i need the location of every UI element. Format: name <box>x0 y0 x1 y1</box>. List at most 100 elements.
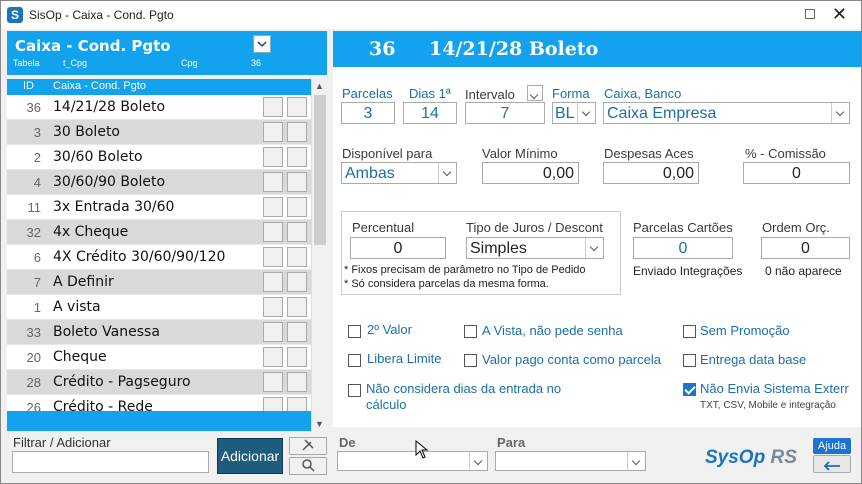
delete-icon[interactable] <box>287 172 307 192</box>
tools-button[interactable] <box>289 437 327 455</box>
list-header-dropdown[interactable] <box>253 35 271 53</box>
percentual-field[interactable]: 0 <box>350 237 446 259</box>
delete-icon[interactable] <box>287 197 307 217</box>
scroll-thumb[interactable] <box>314 95 326 245</box>
app-logo-icon: S <box>7 7 23 23</box>
forma-select[interactable]: BL <box>552 102 596 124</box>
list-scrollbar[interactable]: ▲ ▼ <box>311 79 327 431</box>
detail-id: 36 <box>369 38 396 60</box>
intervalo-dropdown[interactable] <box>527 85 543 101</box>
nao-considera-label-1: Não considera dias da entrada no <box>366 381 562 396</box>
delete-icon[interactable] <box>287 322 307 342</box>
window-title: SisOp - Caixa - Cond. Pgto <box>29 8 174 22</box>
delete-icon[interactable] <box>287 122 307 142</box>
list-item[interactable]: 4 30/60/90 Boleto <box>7 170 311 195</box>
search-button[interactable] <box>289 457 327 475</box>
view-icon[interactable] <box>263 247 283 267</box>
view-icon[interactable] <box>263 322 283 342</box>
sem-promocao-checkbox[interactable] <box>683 325 696 338</box>
parcelas-field[interactable]: 3 <box>341 102 395 124</box>
ordem-field[interactable]: 0 <box>761 237 850 259</box>
para-select[interactable] <box>495 451 646 471</box>
delete-icon[interactable] <box>287 297 307 317</box>
delete-icon[interactable] <box>287 372 307 392</box>
list-item[interactable]: 20 Cheque <box>7 345 311 370</box>
note-parcelas: * Só considera parcelas da mesma forma. <box>344 278 549 290</box>
comissao-label: % - Comissão <box>745 146 826 161</box>
valor-pago-checkbox[interactable] <box>464 354 477 367</box>
dias-field[interactable]: 14 <box>403 102 457 124</box>
view-icon[interactable] <box>263 122 283 142</box>
list-item[interactable]: 32 4x Cheque <box>7 220 311 245</box>
enviado-label: Enviado Integrações <box>633 264 743 278</box>
list-item[interactable]: 2 30/60 Boleto <box>7 145 311 170</box>
parc-cartoes-field[interactable]: 0 <box>633 237 733 259</box>
caixa-label: Caixa, Banco <box>604 86 682 101</box>
col-id[interactable]: ID <box>23 80 34 92</box>
list-item-id: 4 <box>33 175 41 190</box>
despesas-field[interactable]: 0,00 <box>603 162 699 184</box>
forma-value: BL <box>555 105 575 122</box>
view-icon[interactable] <box>263 147 283 167</box>
scroll-up-icon[interactable]: ▲ <box>315 81 324 91</box>
comissao-field[interactable]: 0 <box>743 162 850 184</box>
list-item-name: 14/21/28 Boleto <box>53 99 166 115</box>
back-arrow-icon <box>823 461 840 471</box>
nao-envia-checkbox[interactable] <box>683 383 696 396</box>
view-icon[interactable] <box>263 347 283 367</box>
list-header-title: Caixa - Cond. Pgto <box>15 37 171 55</box>
a-vista-checkbox[interactable] <box>464 325 477 338</box>
close-icon[interactable]: ✕ <box>832 5 847 23</box>
intervalo-field[interactable]: 7 <box>465 102 545 124</box>
list-item[interactable]: 6 4X Crédito 30/60/90/120 <box>7 245 311 270</box>
despesas-label: Despesas Aces <box>604 146 694 161</box>
add-button[interactable]: Adicionar <box>217 438 283 474</box>
de-select[interactable] <box>337 451 488 471</box>
juros-select[interactable]: Simples <box>466 237 604 259</box>
list-item[interactable]: 28 Crédito - Pagseguro <box>7 370 311 395</box>
view-icon[interactable] <box>263 172 283 192</box>
intervalo-label: Intervalo <box>465 87 515 102</box>
mouse-cursor-icon <box>415 440 429 459</box>
view-icon[interactable] <box>263 372 283 392</box>
valor-min-field[interactable]: 0,00 <box>482 162 579 184</box>
back-button[interactable] <box>813 455 851 473</box>
segundo-valor-checkbox[interactable] <box>348 325 361 338</box>
delete-icon[interactable] <box>287 97 307 117</box>
view-icon[interactable] <box>263 222 283 242</box>
delete-icon[interactable] <box>287 222 307 242</box>
disponivel-value: Ambas <box>345 165 395 182</box>
caixa-select[interactable]: Caixa Empresa <box>603 102 850 124</box>
delete-icon[interactable] <box>287 347 307 367</box>
col-name[interactable]: Caixa - Cond. Pgto <box>53 80 146 92</box>
entrega-data-checkbox[interactable] <box>683 354 696 367</box>
brand-rs: RS <box>770 447 797 468</box>
view-icon[interactable] <box>263 197 283 217</box>
disponivel-label: Disponível para <box>342 146 433 161</box>
list-item[interactable]: 36 14/21/28 Boleto <box>7 95 311 120</box>
view-icon[interactable] <box>263 97 283 117</box>
libera-limite-label: Libera Limite <box>367 351 442 366</box>
caixa-value: Caixa Empresa <box>607 105 717 122</box>
libera-limite-checkbox[interactable] <box>348 354 361 367</box>
list-item[interactable]: 11 3x Entrada 30/60 <box>7 195 311 220</box>
valor-min-label: Valor Mínimo <box>482 146 558 161</box>
delete-icon[interactable] <box>287 272 307 292</box>
list-item-id: 28 <box>26 375 41 390</box>
filter-input[interactable] <box>12 451 209 473</box>
view-icon[interactable] <box>263 272 283 292</box>
delete-icon[interactable] <box>287 247 307 267</box>
list-item[interactable]: 3 30 Boleto <box>7 120 311 145</box>
help-button[interactable]: Ajuda <box>813 438 851 454</box>
view-icon[interactable] <box>263 297 283 317</box>
disponivel-select[interactable]: Ambas <box>341 162 457 184</box>
list-column-header: ID Caixa - Cond. Pgto <box>7 79 311 95</box>
list-item[interactable]: 1 A vista <box>7 295 311 320</box>
nao-considera-checkbox[interactable] <box>348 384 361 397</box>
scroll-down-icon[interactable]: ▼ <box>315 419 324 429</box>
brand-name: SysOp <box>705 447 766 468</box>
maximize-icon[interactable] <box>805 9 815 19</box>
delete-icon[interactable] <box>287 147 307 167</box>
list-item[interactable]: 7 A Definir <box>7 270 311 295</box>
list-item[interactable]: 33 Boleto Vanessa <box>7 320 311 345</box>
